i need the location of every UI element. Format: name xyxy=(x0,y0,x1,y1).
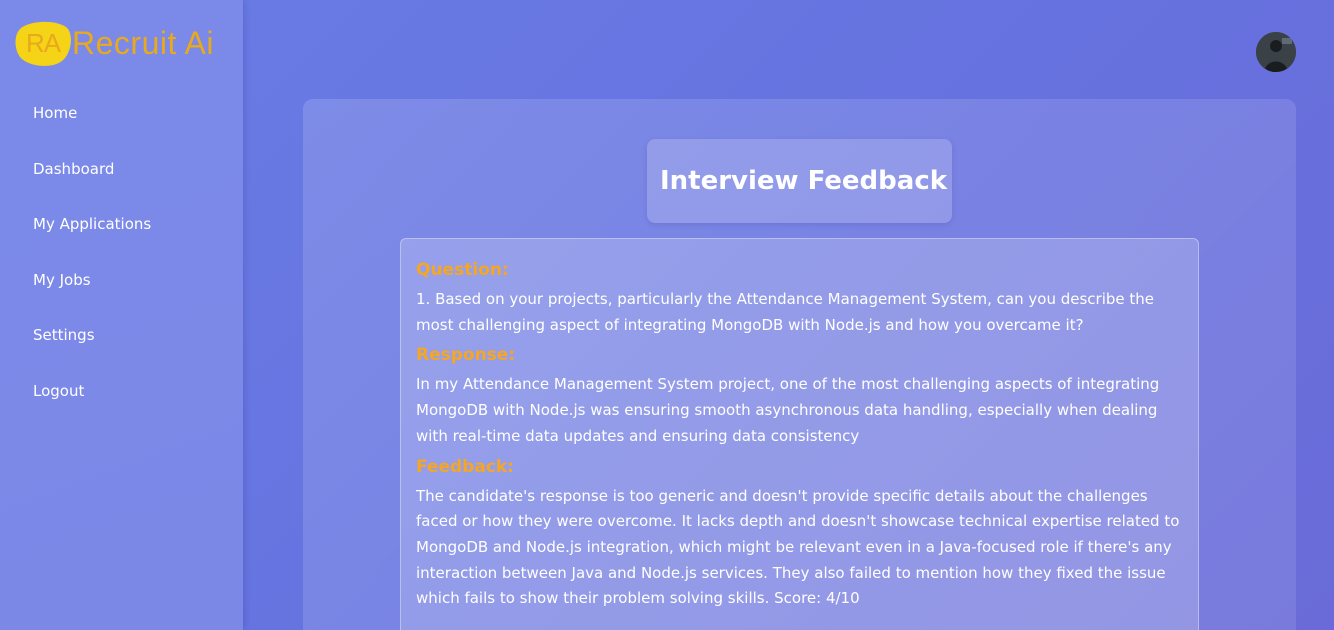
feedback-card: Question: 1. Based on your projects, par… xyxy=(400,238,1199,630)
question-label: Question: xyxy=(416,260,509,280)
response-text: In my Attendance Management System proje… xyxy=(416,375,1160,445)
sidebar-item-home[interactable]: Home xyxy=(0,94,243,150)
page-title-box: Interview Feedback xyxy=(647,139,952,223)
logo-badge-icon: RA xyxy=(14,19,72,67)
sidebar-nav: Home Dashboard My Applications My Jobs S… xyxy=(0,94,243,428)
page-title: Interview Feedback xyxy=(659,166,948,196)
sidebar-item-logout[interactable]: Logout xyxy=(0,372,243,428)
user-avatar-icon[interactable] xyxy=(1256,32,1296,72)
sidebar-item-my-jobs[interactable]: My Jobs xyxy=(0,261,243,317)
sidebar-item-dashboard[interactable]: Dashboard xyxy=(0,150,243,206)
brand-logo[interactable]: RA Recruit Ai xyxy=(14,18,214,68)
feedback-text: The candidate's response is too generic … xyxy=(416,486,1180,608)
logo-badge-text: RA xyxy=(25,28,61,58)
sidebar-item-settings[interactable]: Settings xyxy=(0,316,243,372)
brand-name: Recruit Ai xyxy=(72,24,214,61)
sidebar: RA Recruit Ai Home Dashboard My Applicat… xyxy=(0,0,243,630)
response-label: Response: xyxy=(416,345,516,366)
feedback-label: Feedback: xyxy=(416,456,514,477)
question-text: 1. Based on your projects, particularly … xyxy=(416,290,1154,334)
sidebar-item-my-applications[interactable]: My Applications xyxy=(0,205,243,261)
